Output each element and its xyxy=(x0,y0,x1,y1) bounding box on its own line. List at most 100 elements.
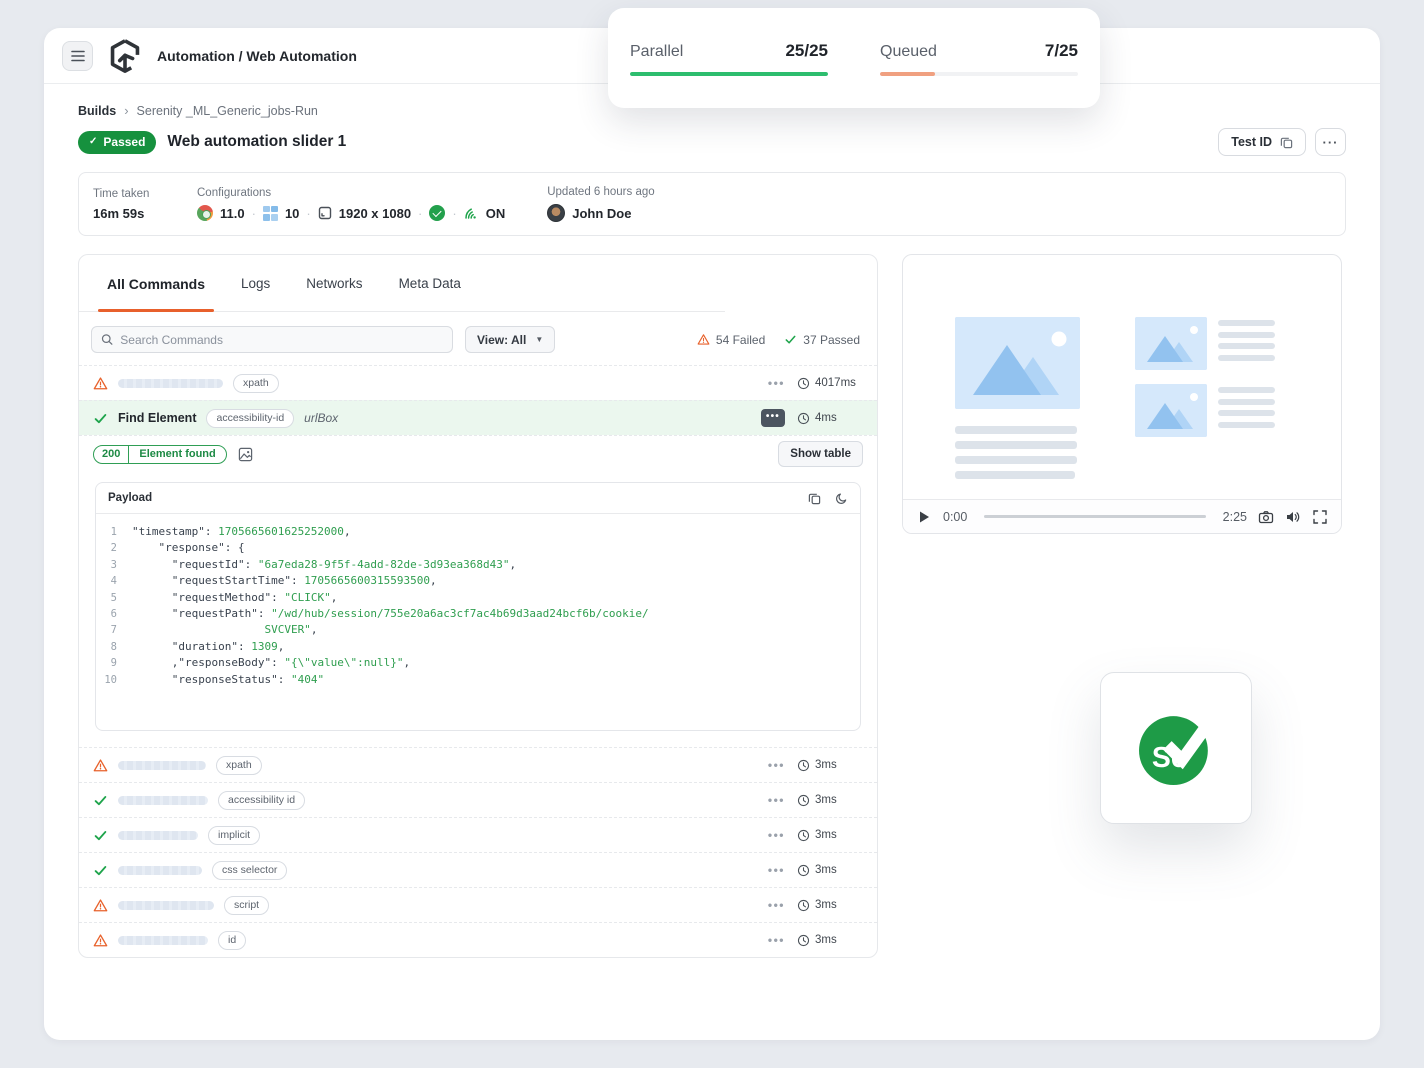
browser-icon xyxy=(197,205,213,221)
command-row[interactable]: implicit•••3ms xyxy=(79,817,877,852)
copy-icon xyxy=(1280,136,1293,149)
code-line: 5 "requestMethod": "CLICK", xyxy=(96,590,860,606)
concurrency-popup: Parallel 25/25 Queued 7/25 xyxy=(608,8,1100,108)
clock-icon xyxy=(797,377,810,390)
check-icon xyxy=(93,828,108,843)
command-name-skeleton xyxy=(118,866,202,875)
dark-mode-moon-icon[interactable] xyxy=(835,492,848,505)
mock-text-lines xyxy=(955,409,1080,479)
selenium-icon xyxy=(429,205,445,221)
command-row[interactable]: Find Element accessibility-id urlBox ••• 4ms xyxy=(79,400,877,435)
duration: 4017ms xyxy=(797,377,863,390)
queued-bar-fill xyxy=(880,72,935,76)
status-badge: ✓ Passed xyxy=(78,131,156,154)
clock-icon xyxy=(797,759,810,772)
tab-networks[interactable]: Networks xyxy=(306,255,362,312)
row-menu-icon[interactable]: ••• xyxy=(768,794,785,806)
clock-icon xyxy=(797,829,810,842)
test-id-button[interactable]: Test ID xyxy=(1218,128,1306,156)
clock-icon xyxy=(797,794,810,807)
payload-code[interactable]: 1"timestamp": 1705665601625252000,2 "res… xyxy=(96,514,860,730)
camera-icon[interactable] xyxy=(1258,509,1274,525)
fullscreen-icon[interactable] xyxy=(1312,509,1328,525)
command-name-skeleton xyxy=(118,831,198,840)
locator-value: urlBox xyxy=(304,411,338,425)
check-icon xyxy=(93,411,108,426)
code-line: 2 "response": { xyxy=(96,540,860,556)
row-menu-icon[interactable]: ••• xyxy=(768,864,785,876)
title-row: ✓ Passed Web automation slider 1 Test ID… xyxy=(78,128,1346,156)
locator-type-badge: accessibility-id xyxy=(206,409,294,428)
check-icon xyxy=(93,793,108,808)
status-badge-label: Passed xyxy=(103,135,145,149)
warning-icon xyxy=(93,898,108,913)
command-row[interactable]: id•••3ms xyxy=(79,922,877,957)
user-name: John Doe xyxy=(572,206,631,221)
command-row[interactable]: script•••3ms xyxy=(79,887,877,922)
duration: 3ms xyxy=(797,794,863,807)
breadcrumb-chevron-icon: › xyxy=(124,103,128,118)
row-menu-icon[interactable]: ••• xyxy=(768,934,785,946)
updated-label: Updated 6 hours ago xyxy=(547,186,654,198)
search-box[interactable] xyxy=(91,326,453,353)
app-title: Automation / Web Automation xyxy=(157,48,357,64)
locator-type-badge: accessibility id xyxy=(218,791,305,810)
queued-group: Queued 7/25 xyxy=(880,41,1078,76)
more-actions-button[interactable]: ··· xyxy=(1315,128,1346,156)
code-line: 6 "requestPath": "/wd/hub/session/755e20… xyxy=(96,606,860,622)
breadcrumb-builds[interactable]: Builds xyxy=(78,104,116,118)
hamburger-icon xyxy=(71,50,85,62)
code-line: 10 "responseStatus": "404" xyxy=(96,672,860,688)
command-list-bottom: xpath•••3ms accessibility id ••• 3ms implici… xyxy=(79,747,877,957)
copy-payload-icon[interactable] xyxy=(808,492,821,505)
response-status-badge: 200 Element found xyxy=(93,445,227,464)
warning-icon xyxy=(93,933,108,948)
mock-list-item xyxy=(1135,384,1275,437)
code-line: 9 ,"responseBody": "{\"value\":null}", xyxy=(96,655,860,671)
speaker-icon[interactable] xyxy=(1285,509,1301,525)
command-name: Find Element xyxy=(118,411,196,425)
show-table-button[interactable]: Show table xyxy=(778,441,863,467)
search-input[interactable] xyxy=(120,333,443,347)
commands-toolbar: View: All ▼ 54 Failed xyxy=(79,312,877,365)
duration: 4ms xyxy=(797,412,863,425)
video-seek-bar[interactable] xyxy=(984,515,1205,518)
video-frame[interactable] xyxy=(903,255,1341,499)
duration: 3ms xyxy=(797,934,863,947)
parallel-bar-fill xyxy=(630,72,828,76)
tab-logs[interactable]: Logs xyxy=(241,255,270,312)
queued-value: 7/25 xyxy=(1045,41,1078,61)
command-row[interactable]: xpath•••4017ms xyxy=(79,365,877,400)
tab-meta-data[interactable]: Meta Data xyxy=(399,255,461,312)
tab-all-commands[interactable]: All Commands xyxy=(107,255,205,312)
menu-button[interactable] xyxy=(62,41,93,71)
parallel-group: Parallel 25/25 xyxy=(630,41,828,76)
tabs: All Commands Logs Networks Meta Data xyxy=(79,255,877,312)
command-name-skeleton xyxy=(118,796,208,805)
command-row[interactable]: css selector ••• 3ms xyxy=(79,852,877,887)
row-menu-icon[interactable]: ••• xyxy=(768,899,785,911)
video-mock-webpage xyxy=(955,317,1275,479)
code-line: 1"timestamp": 1705665601625252000, xyxy=(96,524,860,540)
check-icon xyxy=(93,863,108,878)
row-menu-icon[interactable]: ••• xyxy=(768,377,785,389)
screenshot-image-icon[interactable] xyxy=(238,447,253,462)
play-icon[interactable] xyxy=(916,509,932,525)
response-code: 200 xyxy=(94,446,129,463)
code-line: 8 "duration": 1309, xyxy=(96,639,860,655)
locator-type-badge: script xyxy=(224,896,269,915)
view-dropdown[interactable]: View: All ▼ xyxy=(465,326,555,353)
selenium-logo-icon: Se xyxy=(1133,705,1219,791)
locator-type-badge: css selector xyxy=(212,861,287,880)
page-title: Web automation slider 1 xyxy=(167,133,346,151)
command-row[interactable]: xpath•••3ms xyxy=(79,747,877,782)
row-menu-icon[interactable]: ••• xyxy=(768,759,785,771)
row-menu-icon[interactable]: ••• xyxy=(761,409,785,427)
command-name-skeleton xyxy=(118,901,214,910)
command-row[interactable]: accessibility id ••• 3ms xyxy=(79,782,877,817)
row-menu-icon[interactable]: ••• xyxy=(768,829,785,841)
commands-panel: All Commands Logs Networks Meta Data xyxy=(78,254,878,958)
video-player: 0:00 2:25 xyxy=(902,254,1342,534)
duration: 3ms xyxy=(797,864,863,877)
video-controls: 0:00 2:25 xyxy=(903,499,1341,533)
